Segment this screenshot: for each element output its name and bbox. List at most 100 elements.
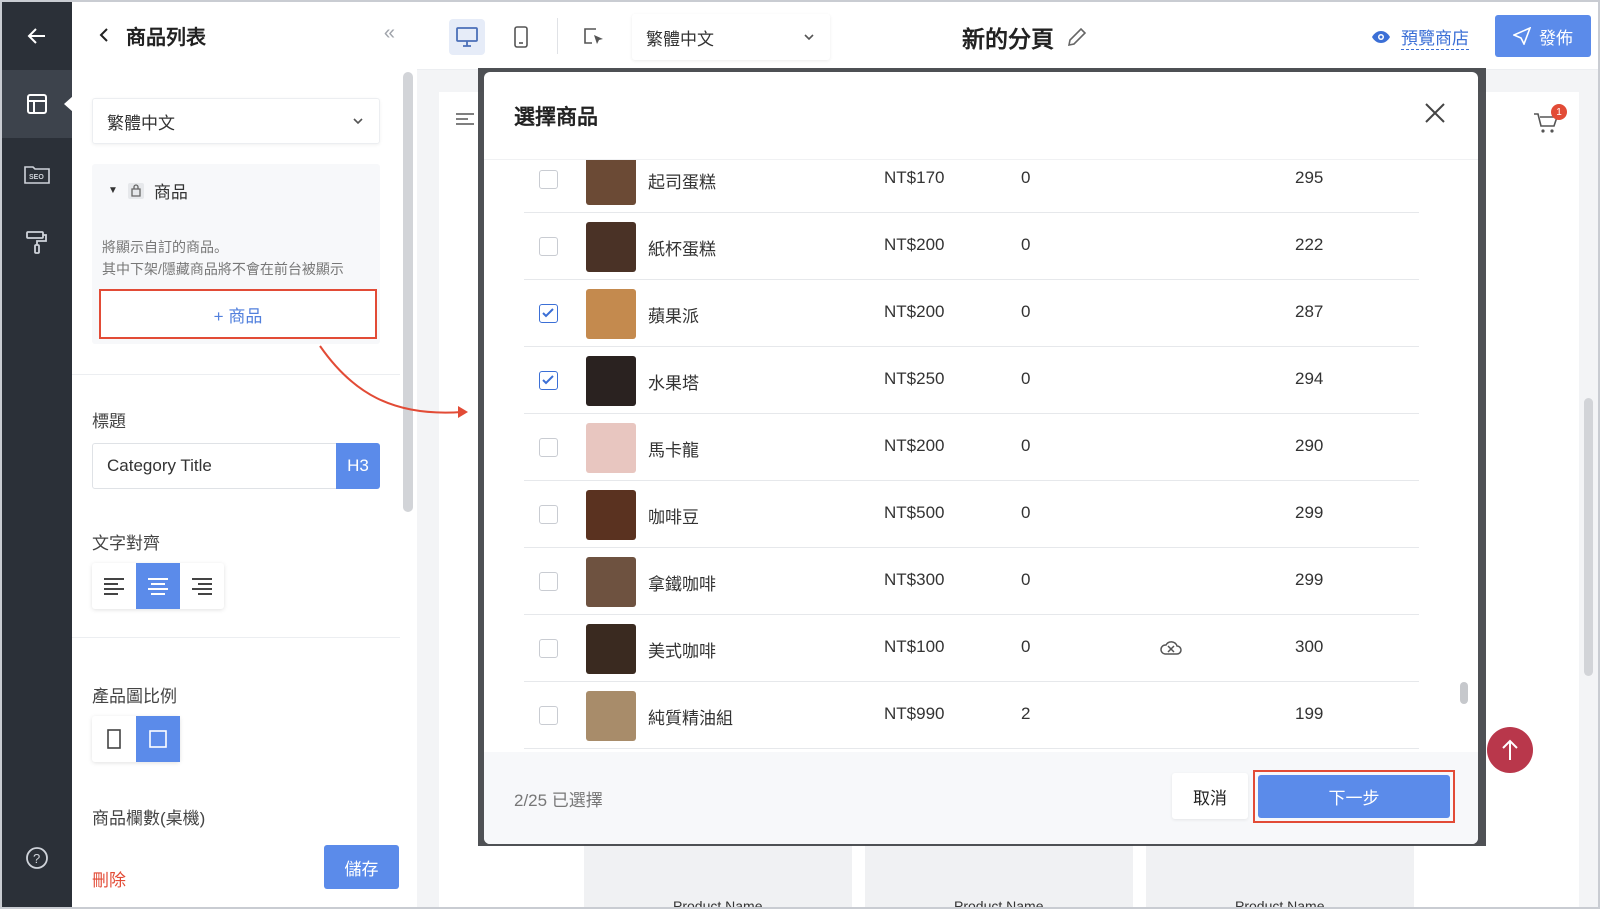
help-button[interactable]: ? bbox=[2, 824, 72, 892]
app-window: SEO ? 商品列表 « 繁體中文 ▼ 商品 將顯示自訂的商品。 其中下架/隱藏… bbox=[0, 0, 1600, 909]
align-left-button[interactable] bbox=[92, 563, 136, 609]
theme-nav-button[interactable] bbox=[2, 208, 72, 276]
product-price: NT$200 bbox=[884, 302, 945, 321]
mobile-view-button[interactable] bbox=[503, 19, 539, 55]
back-button[interactable] bbox=[2, 2, 72, 70]
title-label: 標題 bbox=[92, 412, 126, 431]
cancel-button[interactable]: 取消 bbox=[1172, 773, 1248, 819]
settings-panel: 商品列表 « 繁體中文 ▼ 商品 將顯示自訂的商品。 其中下架/隱藏商品將不會在… bbox=[72, 2, 417, 907]
product-thumbnail bbox=[586, 624, 636, 674]
product-name-text: Product Name bbox=[673, 898, 763, 909]
arrow-left-icon bbox=[27, 28, 45, 44]
product-section-label: 商品 bbox=[153, 183, 188, 202]
square-ratio-button[interactable] bbox=[136, 716, 180, 762]
title-input[interactable]: Category Title bbox=[92, 443, 337, 489]
publish-label: 發佈 bbox=[1539, 28, 1573, 48]
product-row[interactable]: 蘋果派 NT$200 0 287 bbox=[524, 280, 1419, 347]
collapse-panel-icon[interactable]: « bbox=[384, 22, 395, 45]
product-checkbox[interactable] bbox=[539, 706, 558, 725]
pencil-icon[interactable] bbox=[1066, 26, 1088, 48]
scroll-to-top-button[interactable] bbox=[1487, 727, 1533, 773]
preview-store-link[interactable]: 預覽商店 bbox=[1371, 24, 1469, 50]
image-ratio-label: 產品圖比例 bbox=[92, 687, 177, 706]
product-checkbox[interactable] bbox=[539, 438, 558, 457]
product-stock: 2 bbox=[1021, 704, 1031, 723]
product-checkbox[interactable] bbox=[539, 572, 558, 591]
product-section-description: 將顯示自訂的商品。 其中下架/隱藏商品將不會在前台被顯示 bbox=[102, 236, 344, 280]
product-name-text: Product Name bbox=[954, 898, 1044, 909]
select-mode-button[interactable] bbox=[576, 19, 612, 55]
product-checkbox[interactable] bbox=[539, 170, 558, 189]
chevron-left-icon[interactable] bbox=[96, 27, 112, 43]
product-count: 300 bbox=[1295, 637, 1324, 656]
save-button[interactable]: 儲存 bbox=[324, 845, 399, 889]
close-icon[interactable] bbox=[1424, 102, 1446, 124]
product-section-header[interactable]: ▼ 商品 bbox=[108, 178, 188, 203]
product-checkbox[interactable] bbox=[539, 505, 558, 524]
text-align-label: 文字對齊 bbox=[92, 534, 160, 553]
product-thumbnail bbox=[586, 160, 636, 205]
product-row[interactable]: 馬卡龍 NT$200 0 290 bbox=[524, 414, 1419, 481]
product-checkbox[interactable] bbox=[539, 237, 558, 256]
description-line-2: 其中下架/隱藏商品將不會在前台被顯示 bbox=[102, 261, 344, 277]
product-checkbox[interactable] bbox=[539, 371, 558, 390]
product-name: 拿鐵咖啡 bbox=[648, 575, 716, 594]
modal-footer: 2/25 已選擇 取消 下一步 bbox=[484, 752, 1478, 844]
product-name: 起司蛋糕 bbox=[648, 173, 716, 192]
text-align-group bbox=[92, 563, 224, 609]
send-icon bbox=[1513, 27, 1531, 45]
product-name: 咖啡豆 bbox=[648, 508, 699, 527]
delete-button[interactable]: 刪除 bbox=[92, 866, 126, 891]
layout-icon bbox=[27, 94, 47, 114]
top-bar: 繁體中文 新的分頁 預覽商店 發佈 bbox=[417, 2, 1598, 70]
arrow-up-icon bbox=[1502, 739, 1518, 760]
seo-nav-button[interactable]: SEO bbox=[2, 140, 72, 208]
modal-title: 選擇商品 bbox=[514, 105, 598, 129]
next-button[interactable]: 下一步 bbox=[1258, 775, 1450, 818]
page-scrollbar[interactable] bbox=[1584, 398, 1593, 676]
product-list[interactable]: 起司蛋糕 NT$170 0 295 紙杯蛋糕 NT$200 0 222 蘋果派 NT$200 0 28… bbox=[484, 160, 1478, 752]
language-select-value: 繁體中文 bbox=[107, 113, 175, 133]
add-product-button[interactable]: + 商品 bbox=[99, 289, 377, 339]
product-name: 蘋果派 bbox=[648, 307, 699, 326]
heading-level-button[interactable]: H3 bbox=[336, 443, 380, 489]
publish-button[interactable]: 發佈 bbox=[1495, 15, 1591, 57]
panel-title: 商品列表 bbox=[126, 26, 206, 49]
cloud-off-icon bbox=[1160, 641, 1182, 655]
product-row[interactable]: 咖啡豆 NT$500 0 299 bbox=[524, 481, 1419, 548]
product-count: 295 bbox=[1295, 168, 1324, 187]
portrait-icon bbox=[107, 729, 121, 749]
product-row[interactable]: 起司蛋糕 NT$170 0 295 bbox=[524, 160, 1419, 213]
product-price: NT$500 bbox=[884, 503, 945, 522]
svg-text:SEO: SEO bbox=[29, 174, 44, 181]
page-title-text: 新的分頁 bbox=[962, 26, 1054, 52]
align-right-button[interactable] bbox=[180, 563, 224, 609]
layout-nav-button[interactable] bbox=[2, 70, 73, 138]
portrait-ratio-button[interactable] bbox=[92, 716, 136, 762]
columns-label: 商品欄數(桌機) bbox=[92, 809, 206, 828]
panel-header: 商品列表 « bbox=[72, 2, 417, 68]
language-select[interactable]: 繁體中文 bbox=[92, 98, 380, 144]
product-thumbnail bbox=[586, 691, 636, 741]
product-row[interactable]: 拿鐵咖啡 NT$300 0 299 bbox=[524, 548, 1419, 615]
product-checkbox[interactable] bbox=[539, 639, 558, 658]
product-row[interactable]: 水果塔 NT$250 0 294 bbox=[524, 347, 1419, 414]
cursor-select-icon bbox=[584, 28, 603, 44]
product-row[interactable]: 純質精油組 NT$990 2 199 bbox=[524, 682, 1419, 749]
product-stock: 0 bbox=[1021, 235, 1031, 254]
topbar-language-select[interactable]: 繁體中文 bbox=[632, 14, 830, 60]
shopping-bag-icon bbox=[127, 182, 144, 199]
desktop-view-button[interactable] bbox=[449, 19, 485, 55]
modal-scrollbar[interactable] bbox=[1460, 682, 1468, 704]
product-stock: 0 bbox=[1021, 503, 1031, 522]
image-ratio-group bbox=[92, 716, 180, 762]
align-right-icon bbox=[192, 578, 212, 595]
product-checkbox[interactable] bbox=[539, 304, 558, 323]
panel-scrollbar[interactable] bbox=[403, 72, 413, 512]
product-count: 199 bbox=[1295, 704, 1324, 723]
page-title: 新的分頁 bbox=[962, 20, 1088, 54]
product-row[interactable]: 紙杯蛋糕 NT$200 0 222 bbox=[524, 213, 1419, 280]
align-center-button[interactable] bbox=[136, 563, 180, 609]
product-row[interactable]: 美式咖啡 NT$100 0 300 bbox=[524, 615, 1419, 682]
checkmark-icon bbox=[542, 308, 554, 318]
